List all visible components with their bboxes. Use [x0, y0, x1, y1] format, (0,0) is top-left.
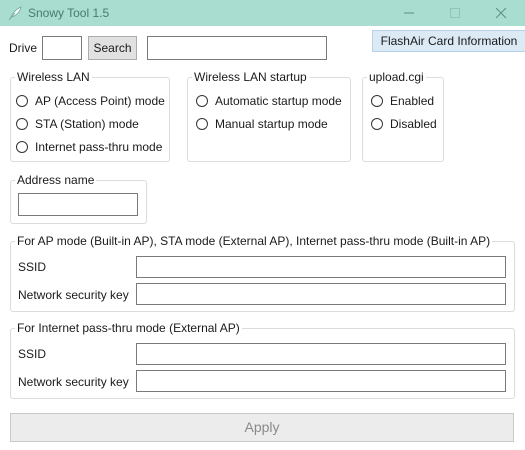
radio-circle[interactable]: [16, 141, 28, 153]
search-button[interactable]: Search: [88, 36, 137, 60]
radio-circle[interactable]: [196, 95, 208, 107]
feather-icon: [7, 5, 23, 21]
address-name-input[interactable]: [18, 193, 138, 216]
network-key-label: Network security key: [18, 288, 129, 302]
path-input[interactable]: [147, 36, 327, 60]
wireless-lan-legend: Wireless LAN: [15, 70, 92, 85]
address-name-legend: Address name: [15, 173, 97, 188]
ssid-label: SSID: [18, 260, 47, 274]
radio-circle[interactable]: [16, 118, 28, 130]
startup-legend: Wireless LAN startup: [192, 70, 309, 85]
minimize-button[interactable]: [387, 0, 433, 26]
radio-circle[interactable]: [371, 118, 383, 130]
radio-circle[interactable]: [16, 95, 28, 107]
external-ssid-input[interactable]: [136, 343, 506, 365]
ssid-label: SSID: [18, 347, 47, 361]
upload-cgi-group: upload.cgi Enabled Disabled: [362, 70, 444, 162]
wireless-lan-group: Wireless LAN AP (Access Point) mode STA …: [10, 70, 170, 162]
tab-flashair-card-information[interactable]: FlashAir Card Information: [372, 30, 525, 52]
close-icon: [495, 7, 507, 19]
address-name-group: Address name: [10, 173, 147, 224]
builtin-ssid-input[interactable]: [136, 256, 506, 278]
upload-cgi-legend: upload.cgi: [367, 70, 426, 85]
maximize-icon: [450, 8, 460, 18]
external-ap-legend: For Internet pass-thru mode (External AP…: [15, 321, 242, 336]
radio-circle[interactable]: [371, 95, 383, 107]
builtin-ap-legend: For AP mode (Built-in AP), STA mode (Ext…: [15, 234, 493, 249]
network-key-label: Network security key: [18, 375, 129, 389]
drive-input[interactable]: [42, 36, 82, 60]
external-network-key-input[interactable]: [136, 370, 506, 392]
builtin-network-key-input[interactable]: [136, 283, 506, 305]
builtin-ap-group: For AP mode (Built-in AP), STA mode (Ext…: [10, 234, 515, 312]
window-title: Snowy Tool 1.5: [28, 6, 110, 20]
external-ap-group: For Internet pass-thru mode (External AP…: [10, 321, 515, 399]
close-button[interactable]: [479, 0, 525, 26]
apply-button[interactable]: Apply: [10, 413, 514, 442]
title-bar: Snowy Tool 1.5: [0, 0, 525, 26]
wireless-lan-startup-group: Wireless LAN startup Automatic startup m…: [187, 70, 351, 162]
maximize-button[interactable]: [433, 0, 479, 26]
radio-circle[interactable]: [196, 118, 208, 130]
minimize-icon: [404, 12, 414, 14]
drive-label: Drive: [9, 41, 38, 55]
